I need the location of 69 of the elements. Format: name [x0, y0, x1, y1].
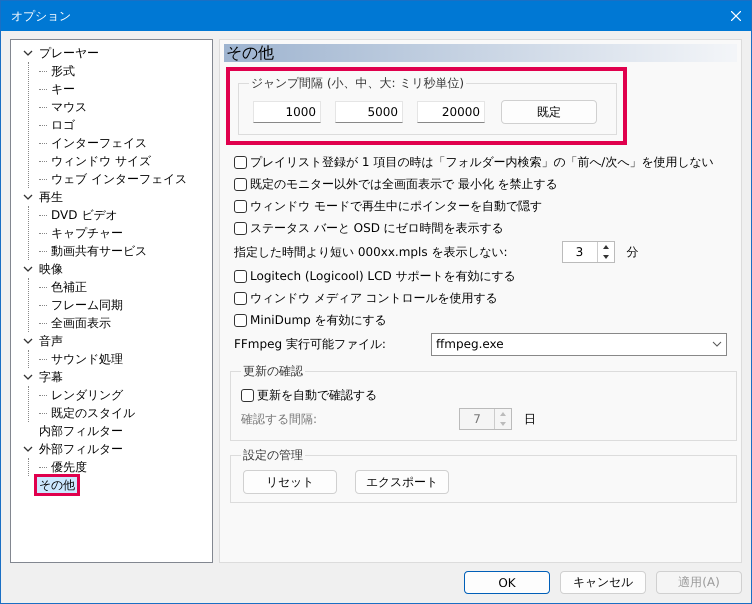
dialog-button[interactable]: OK	[464, 571, 550, 594]
settings-button[interactable]: エクスポート	[355, 470, 449, 494]
chevron-down-icon[interactable]	[712, 341, 722, 347]
checkbox-label: MiniDump を有効にする	[250, 312, 387, 328]
setting-label: FFmpeg 実行可能ファイル:	[234, 336, 386, 352]
chevron-down-icon[interactable]	[23, 444, 33, 454]
default-button[interactable]: 既定	[501, 100, 597, 124]
tree-item[interactable]: 色補正	[49, 279, 89, 295]
tree-item[interactable]: インターフェイス	[49, 135, 149, 151]
dialog-button[interactable]: キャンセル	[560, 571, 646, 594]
tree-item[interactable]: 内部フィルター	[37, 423, 125, 439]
chevron-down-icon[interactable]	[23, 48, 33, 58]
tree-item[interactable]: ロゴ	[49, 117, 77, 133]
checkbox-label: ステータス バーと OSD にゼロ時間を表示する	[250, 220, 504, 236]
group-title: 更新の確認	[242, 363, 304, 380]
tree-item[interactable]: 既定のスタイル	[49, 405, 137, 421]
checkbox-label: ウィンドウ メディア コントロールを使用する	[250, 290, 498, 306]
tree-item[interactable]: プレーヤー	[37, 45, 101, 61]
setting-label: 指定した時間より短い 000xx.mpls を表示しない:	[234, 244, 508, 260]
checkbox-label: Logitech (Logicool) LCD サポートを有効にする	[250, 268, 516, 284]
tree-item[interactable]: 形式	[49, 63, 77, 79]
tree-item[interactable]: レンダリング	[49, 387, 125, 403]
checkbox[interactable]	[234, 222, 247, 234]
tree-item[interactable]: マウス	[49, 99, 89, 115]
spin-box[interactable]: 3	[562, 241, 614, 263]
tree-item[interactable]: キー	[49, 81, 77, 97]
number-field[interactable]: 5000	[335, 101, 403, 123]
chevron-down-icon[interactable]	[23, 336, 33, 346]
checkbox-label: プレイリスト登録が 1 項目の時は「フォルダー内検索」の「前へ/次へ」を使用しない	[250, 154, 714, 170]
tree-item[interactable]: DVD ビデオ	[49, 207, 120, 223]
checkbox[interactable]	[234, 200, 247, 212]
checkbox-label: 更新を自動で確認する	[257, 386, 377, 404]
checkbox[interactable]	[234, 314, 247, 326]
checkbox-label: ウィンドウ モードで再生中にポインターを自動で隠す	[250, 198, 542, 214]
tree-item[interactable]: 再生	[37, 189, 65, 205]
unit-label: 分	[626, 244, 638, 260]
close-icon[interactable]	[731, 11, 741, 21]
chevron-down-icon[interactable]	[23, 372, 33, 382]
settings-button[interactable]: リセット	[243, 470, 337, 494]
window-title: オプション	[11, 8, 71, 24]
chevron-down-icon[interactable]	[23, 264, 33, 274]
checkbox[interactable]	[234, 292, 247, 304]
checkbox[interactable]	[234, 156, 247, 168]
tree-item[interactable]: 字幕	[37, 369, 65, 385]
tree-item[interactable]: サウンド処理	[49, 351, 125, 367]
tree-item[interactable]: 全画面表示	[49, 315, 113, 331]
tree-item[interactable]: その他	[37, 477, 77, 493]
number-field[interactable]: 1000	[253, 101, 321, 123]
tree-item[interactable]: フレーム同期	[49, 297, 125, 313]
checkbox-label: 既定のモニター以外では全画面表示で 最小化 を禁止する	[250, 176, 558, 192]
group-title: ジャンプ間隔 (小、中、大: ミリ秒単位)	[250, 75, 466, 92]
tree-item[interactable]: 動画共有サービス	[49, 243, 149, 259]
unit-label: 日	[524, 410, 536, 428]
tree-item[interactable]: 優先度	[49, 459, 89, 475]
checkbox[interactable]	[241, 388, 254, 402]
tree-item[interactable]: 音声	[37, 333, 65, 349]
checkbox[interactable]	[234, 270, 247, 282]
group-title: 設定の管理	[242, 447, 304, 464]
page-title: その他	[224, 44, 737, 62]
checkbox[interactable]	[234, 178, 247, 190]
tree-item[interactable]: 映像	[37, 261, 65, 277]
tree-item[interactable]: ウィンドウ サイズ	[49, 153, 153, 169]
setting-label: 確認する間隔:	[241, 410, 318, 428]
tree-item[interactable]: キャプチャー	[49, 225, 125, 241]
dropdown-field[interactable]: ffmpeg.exe	[431, 332, 727, 356]
tree-item[interactable]: 外部フィルター	[37, 441, 125, 457]
tree-item[interactable]: ウェブ インターフェイス	[49, 171, 189, 187]
number-field[interactable]: 20000	[417, 101, 485, 123]
chevron-down-icon[interactable]	[23, 192, 33, 202]
